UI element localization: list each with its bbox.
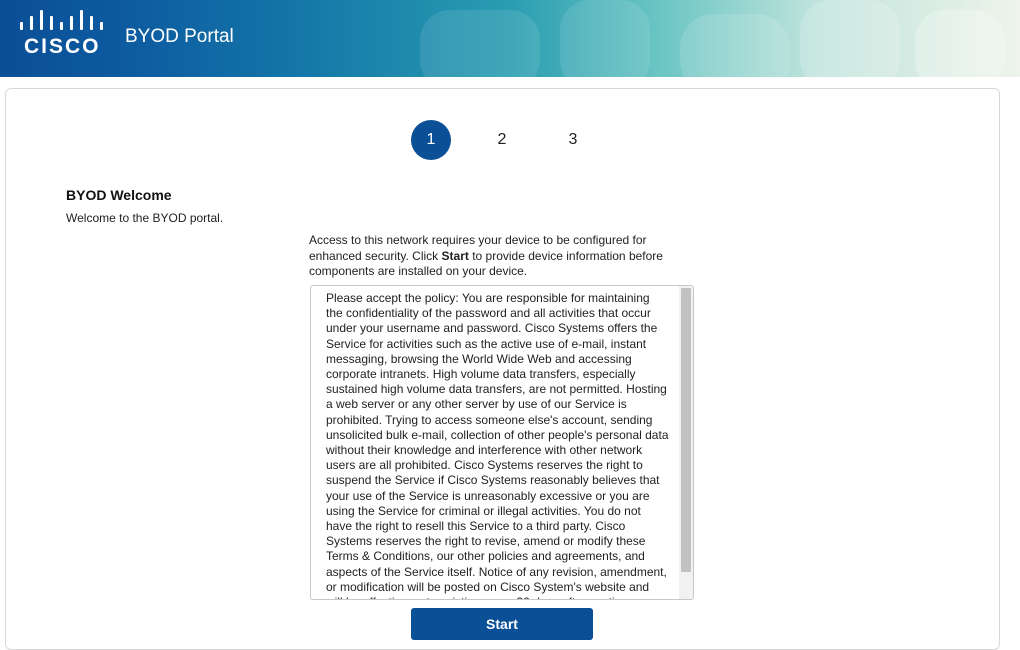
page-title: BYOD Welcome xyxy=(66,187,172,203)
portal-header: CISCO BYOD Portal xyxy=(0,0,1020,77)
cisco-logo: CISCO xyxy=(18,8,108,60)
policy-scrollbar[interactable] xyxy=(679,286,693,599)
start-button[interactable]: Start xyxy=(411,608,593,640)
step-indicator-2: 2 xyxy=(497,131,507,148)
instructions-start-emphasis: Start xyxy=(441,248,469,263)
welcome-message: Welcome to the BYOD portal. xyxy=(66,211,224,225)
policy-textarea[interactable]: Please accept the policy: You are respon… xyxy=(310,285,694,600)
portal-title: BYOD Portal xyxy=(125,26,234,47)
step-indicator-3: 3 xyxy=(568,131,578,148)
policy-text: Please accept the policy: You are respon… xyxy=(326,291,669,599)
cisco-logo-bars-icon xyxy=(18,8,108,30)
policy-scrollbar-thumb[interactable] xyxy=(681,288,691,572)
step-indicator-1: 1 xyxy=(411,120,451,160)
instructions-text: Access to this network requires your dev… xyxy=(309,233,694,280)
cisco-logo-text: CISCO xyxy=(24,35,101,58)
